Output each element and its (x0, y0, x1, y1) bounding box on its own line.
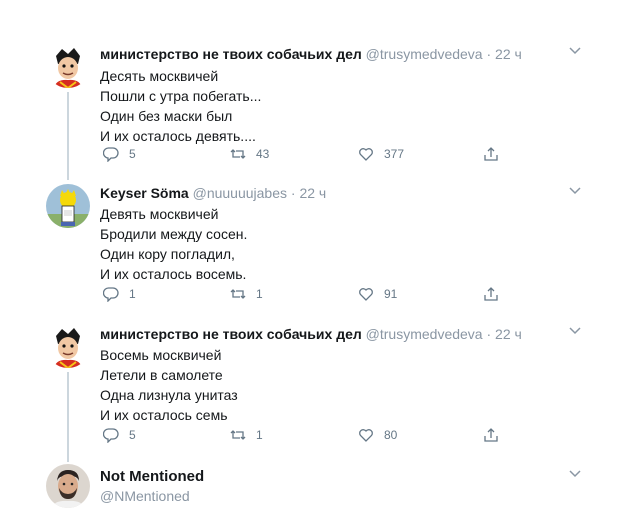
profile-handle[interactable]: @NMentioned (100, 488, 190, 504)
avatar[interactable] (46, 464, 90, 508)
profile-name[interactable]: Not Mentioned (100, 468, 204, 485)
profile-name-line: Not Mentioned (100, 468, 204, 485)
tweet-thread: министерство не твоих собачьих дел @trus… (0, 0, 640, 519)
profile-handle-line: @NMentioned (100, 488, 190, 504)
chevron-down-icon[interactable] (567, 465, 583, 481)
profile-card[interactable]: Not Mentioned @NMentioned (0, 0, 640, 519)
